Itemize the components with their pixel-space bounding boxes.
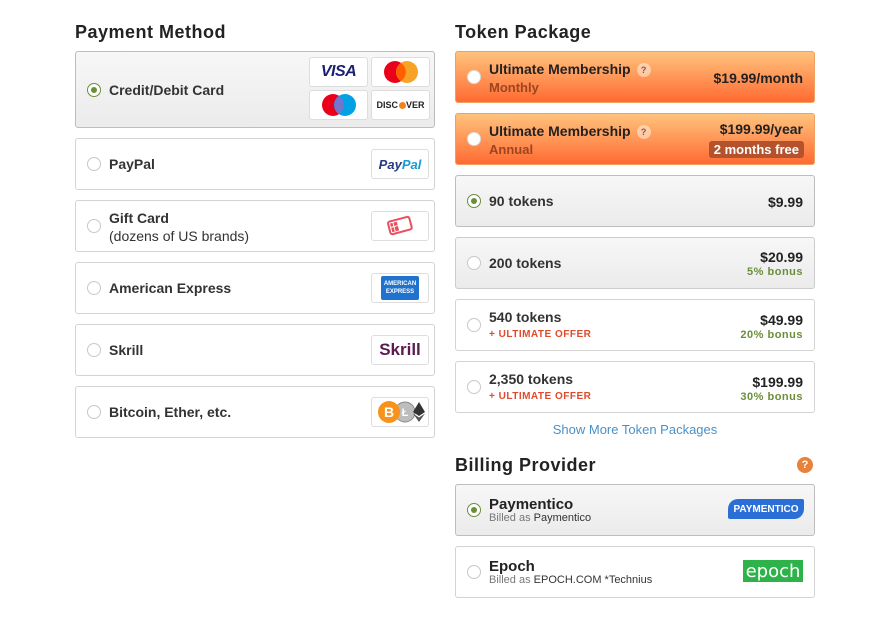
- membership-price: $199.99/year: [719, 121, 803, 137]
- token-package-90[interactable]: 90 tokens $9.99: [455, 175, 815, 227]
- help-icon[interactable]: ?: [797, 457, 813, 473]
- token-package-2350[interactable]: 2,350 tokens + ULTIMATE OFFER $199.99 30…: [455, 361, 815, 413]
- package-name: 540 tokens: [489, 309, 562, 325]
- radio[interactable]: [467, 565, 481, 579]
- package-price: $9.99: [767, 194, 803, 210]
- radio-selected[interactable]: [467, 503, 481, 517]
- help-icon[interactable]: ?: [636, 125, 651, 140]
- radio[interactable]: [467, 256, 481, 270]
- gift-card-icon: [371, 211, 429, 241]
- radio[interactable]: [87, 343, 101, 357]
- svg-text:Ł: Ł: [402, 407, 409, 419]
- payment-method-title: Payment Method: [75, 22, 227, 42]
- membership-period: Annual: [489, 142, 534, 157]
- package-price: $49.99: [760, 312, 803, 328]
- option-label: PayPal: [109, 156, 155, 172]
- membership-price: $19.99/month: [713, 70, 803, 86]
- ultimate-offer-label: + ULTIMATE OFFER: [489, 391, 592, 402]
- package-name: 90 tokens: [489, 193, 554, 209]
- provider-paymentico[interactable]: Paymentico Billed as Paymentico PAYMENTI…: [455, 484, 815, 536]
- payment-option-crypto[interactable]: Bitcoin, Ether, etc. Ł B: [75, 386, 435, 438]
- billing-provider-title: Billing Provider: [455, 455, 597, 475]
- radio[interactable]: [87, 281, 101, 295]
- visa-logo: VISA: [309, 57, 368, 87]
- show-more-packages-link[interactable]: Show More Token Packages: [455, 422, 815, 437]
- membership-name: Ultimate Membership?: [489, 61, 651, 78]
- membership-period: Monthly: [489, 80, 539, 95]
- provider-billed-as: Billed as Paymentico: [489, 512, 592, 524]
- package-bonus: 30% bonus: [740, 391, 803, 403]
- radio[interactable]: [87, 405, 101, 419]
- provider-name: Epoch: [489, 558, 535, 575]
- payment-option-amex[interactable]: American Express AMERICAN EXPRESS: [75, 262, 435, 314]
- token-package-540[interactable]: 540 tokens + ULTIMATE OFFER $49.99 20% b…: [455, 299, 815, 351]
- radio[interactable]: [467, 318, 481, 332]
- provider-epoch[interactable]: Epoch Billed as EPOCH.COM *Technius epoc…: [455, 546, 815, 598]
- token-package-200[interactable]: 200 tokens $20.99 5% bonus: [455, 237, 815, 289]
- paymentico-logo: PAYMENTICO: [728, 499, 804, 519]
- epoch-logo: epoch: [743, 560, 803, 582]
- radio[interactable]: [467, 380, 481, 394]
- package-price: $199.99: [752, 374, 803, 390]
- option-label: American Express: [109, 280, 232, 296]
- radio[interactable]: [87, 157, 101, 171]
- radio[interactable]: [467, 70, 481, 84]
- provider-billed-as: Billed as EPOCH.COM *Technius: [489, 574, 653, 586]
- mastercard-logo: [371, 57, 430, 87]
- payment-option-skrill[interactable]: Skrill Skrill: [75, 324, 435, 376]
- package-bonus: 20% bonus: [740, 329, 803, 341]
- membership-monthly[interactable]: Ultimate Membership? Monthly $19.99/mont…: [455, 51, 815, 103]
- option-label: Bitcoin, Ether, etc.: [109, 404, 232, 420]
- discover-logo: DISC VER: [371, 90, 430, 120]
- radio[interactable]: [467, 132, 481, 146]
- option-sublabel: (dozens of US brands): [109, 228, 250, 244]
- paypal-logo: PayPal: [371, 149, 429, 179]
- help-icon[interactable]: ?: [636, 63, 651, 78]
- months-free-badge: 2 months free: [708, 141, 804, 158]
- payment-option-gift-card[interactable]: Gift Card (dozens of US brands): [75, 200, 435, 252]
- package-price: $20.99: [760, 249, 803, 265]
- payment-option-credit-card[interactable]: Credit/Debit Card VISA DISC VER: [75, 51, 435, 128]
- payment-option-paypal[interactable]: PayPal PayPal: [75, 138, 435, 190]
- option-label: Skrill: [109, 342, 144, 358]
- option-label: Credit/Debit Card: [109, 82, 225, 98]
- membership-annual[interactable]: Ultimate Membership? Annual $199.99/year…: [455, 113, 815, 165]
- option-label: Gift Card: [109, 210, 169, 226]
- package-name: 2,350 tokens: [489, 371, 574, 387]
- radio[interactable]: [87, 219, 101, 233]
- membership-name: Ultimate Membership?: [489, 123, 651, 140]
- package-bonus: 5% bonus: [747, 266, 803, 278]
- radio-selected[interactable]: [467, 194, 481, 208]
- skrill-logo: Skrill: [371, 335, 429, 365]
- radio-selected[interactable]: [87, 83, 101, 97]
- ultimate-offer-label: + ULTIMATE OFFER: [489, 329, 592, 340]
- package-name: 200 tokens: [489, 255, 562, 271]
- maestro-logo: [309, 90, 368, 120]
- provider-name: Paymentico: [489, 496, 574, 513]
- amex-logo: AMERICAN EXPRESS: [371, 273, 429, 303]
- svg-text:B: B: [384, 404, 394, 420]
- crypto-icons: Ł B: [371, 397, 429, 427]
- token-package-title: Token Package: [455, 22, 592, 42]
